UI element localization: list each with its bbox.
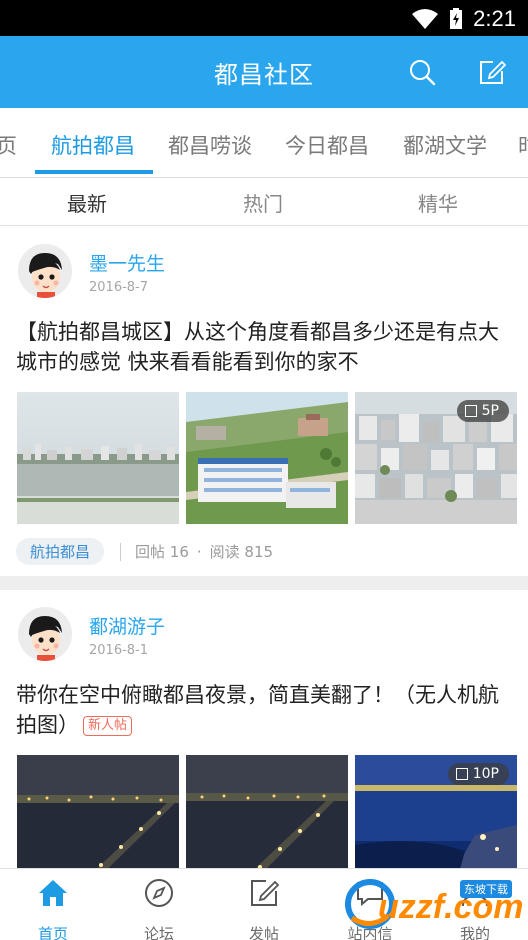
separator-dot: · [196, 542, 202, 561]
active-tab-indicator [35, 170, 153, 174]
post-card[interactable]: 鄱湖游子 2016-8-1 带你在空中俯瞰都昌夜景，简直美翻了！（无人机航拍图）… [0, 590, 528, 887]
gallery-icon [464, 405, 477, 417]
divider [120, 542, 122, 561]
tab-poyang-literature[interactable]: 鄱湖文学 [403, 130, 487, 160]
post-image[interactable]: 5P [355, 392, 517, 524]
sort-hot[interactable]: 热门 [243, 188, 283, 217]
sort-latest[interactable]: 最新 [67, 188, 107, 217]
nav-post[interactable]: 发帖 [219, 877, 309, 940]
post-author[interactable]: 鄱湖游子 [89, 612, 165, 639]
nav-forum-label: 论坛 [143, 925, 174, 940]
image-count-badge: 5P [456, 400, 509, 422]
app-bar: 都昌社区 [0, 36, 528, 108]
app-title: 都昌社区 [214, 61, 314, 89]
tab-today-duchang[interactable]: 今日都昌 [285, 130, 369, 160]
avatar-cartoon-icon [18, 244, 72, 298]
view-count: 阅读 815 [209, 543, 274, 561]
nav-home-label: 首页 [37, 925, 68, 940]
reply-count: 回帖 16 [135, 543, 189, 561]
home-icon [39, 880, 67, 906]
nav-home[interactable]: 首页 [8, 877, 98, 940]
post-meta: 航拍都昌 回帖 16 · 阅读 815 [16, 538, 273, 565]
avatar[interactable] [18, 607, 72, 661]
tab-duchang-chat[interactable]: 都昌唠谈 [168, 130, 252, 160]
nav-forum[interactable]: 论坛 [114, 877, 204, 940]
search-icon[interactable] [408, 58, 436, 86]
battery-charging-icon [450, 8, 463, 29]
forum-tag[interactable]: 航拍都昌 [16, 538, 105, 565]
sort-featured[interactable]: 精华 [418, 188, 458, 217]
status-time: 2:21 [473, 6, 516, 31]
post-divider [0, 576, 528, 590]
image-count-badge: 10P [447, 763, 509, 785]
avatar[interactable] [18, 244, 72, 298]
status-bar: 2:21 [0, 0, 528, 36]
compose-post-icon[interactable] [478, 58, 506, 86]
post-date: 2016-8-7 [89, 280, 149, 295]
avatar-cartoon-icon [18, 607, 72, 661]
image-count: 5P [481, 403, 499, 419]
tab-next-partial[interactable]: 时 [518, 130, 528, 160]
compose-icon [251, 880, 280, 906]
wifi-icon [412, 9, 439, 29]
category-tabs: 页 航拍都昌 都昌唠谈 今日都昌 鄱湖文学 时 [0, 108, 528, 178]
new-user-tag: 新人帖 [83, 716, 133, 736]
post-card[interactable]: 墨一先生 2016-8-7 【航拍都昌城区】从这个角度看都昌多少还是有点大城市的… [0, 227, 528, 576]
tab-aerial-duchang[interactable]: 航拍都昌 [51, 130, 135, 160]
nav-post-label: 发帖 [248, 925, 279, 940]
gallery-icon [455, 768, 468, 780]
post-image[interactable] [17, 392, 179, 524]
post-title[interactable]: 带你在空中俯瞰都昌夜景，简直美翻了！（无人机航拍图） 新人帖 [16, 680, 516, 740]
tab-home-partial[interactable]: 页 [0, 130, 17, 160]
sort-tabs: 最新 热门 精华 [0, 178, 528, 226]
post-author[interactable]: 墨一先生 [89, 249, 165, 276]
post-date: 2016-8-1 [89, 643, 149, 658]
image-count: 10P [472, 766, 499, 782]
post-title[interactable]: 【航拍都昌城区】从这个角度看都昌多少还是有点大城市的感觉 快来看看能看到你的家不 [16, 317, 516, 377]
watermark-tag: 东坡下载 [460, 880, 512, 898]
compass-icon [145, 879, 173, 907]
post-image[interactable] [186, 392, 348, 524]
